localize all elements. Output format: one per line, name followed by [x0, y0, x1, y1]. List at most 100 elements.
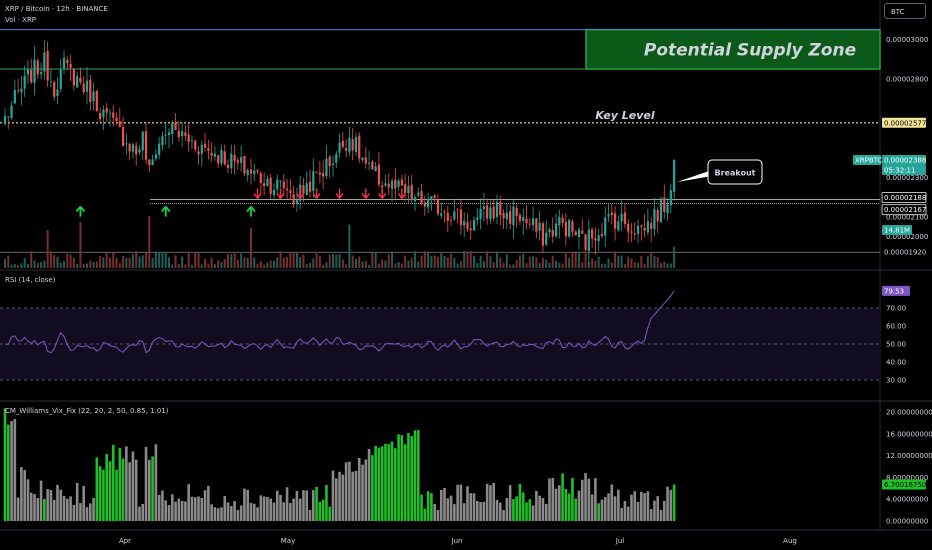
vix-bar [259, 495, 263, 521]
candle-body [151, 159, 154, 166]
vix-bar [26, 479, 30, 521]
volume-bar [423, 251, 426, 268]
vix-bar [79, 503, 82, 521]
vix-bar [305, 490, 309, 521]
vix-bar [426, 491, 430, 521]
volume-bar [187, 251, 190, 268]
vix-bar [554, 488, 558, 521]
vix-bar [564, 488, 568, 521]
volume-bar [397, 262, 400, 268]
vix-bar [662, 501, 666, 521]
volume-bar [558, 263, 561, 268]
down-arrow-icon [276, 188, 285, 199]
vix-bar [243, 488, 246, 521]
volume-bar [302, 254, 305, 268]
volume-bar [112, 252, 115, 268]
candle-body [220, 149, 223, 164]
candle-body [56, 89, 59, 96]
vix-bar [134, 459, 138, 521]
candle-body [505, 212, 508, 220]
last-price-tag: 0.00002388 [884, 157, 926, 165]
volume-bar [368, 264, 371, 268]
volume-bar [315, 251, 318, 268]
volume-bar [341, 259, 344, 268]
vix-bar [518, 483, 522, 521]
candle-body [669, 190, 672, 206]
volume-bar [4, 258, 6, 268]
volume-bar [486, 251, 489, 268]
trading-chart[interactable]: Potential Supply Zone Key Level Breakout XR… [0, 0, 932, 550]
chart-canvas[interactable]: Potential Supply Zone Key Level Breakout XR… [0, 0, 932, 550]
volume-bar [545, 259, 548, 268]
vix-bar [115, 469, 118, 521]
candle-body [407, 186, 410, 193]
volume-bar [473, 255, 476, 268]
volume-bar [660, 263, 662, 268]
volume-bar [207, 263, 210, 268]
vix-bar [597, 503, 600, 521]
vix-bar [223, 495, 227, 521]
volume-bar [446, 257, 449, 268]
vix-bar [256, 507, 259, 521]
vix-bar [535, 490, 538, 521]
vix-bar [233, 501, 236, 521]
volume-bar [450, 253, 453, 268]
volume-bar [387, 254, 390, 268]
candle-body [167, 132, 171, 136]
candle-body [620, 213, 623, 222]
candle-body [351, 139, 354, 151]
vix-bar [148, 459, 151, 521]
candle-body [502, 213, 505, 219]
vix-bar [121, 458, 125, 521]
volume-bar [171, 264, 174, 268]
volume-bar [299, 257, 302, 268]
currency-button[interactable]: BTC [884, 3, 926, 19]
candle-body [636, 225, 640, 234]
vix-bar [479, 502, 482, 521]
vix-bar [377, 447, 381, 521]
price-axis-tick: 0.00002300 [886, 174, 928, 182]
candle-body [292, 194, 295, 205]
candle-body [518, 215, 522, 221]
vix-bar [98, 466, 102, 521]
volume-bar [194, 253, 197, 268]
vix-bar [108, 461, 112, 521]
vix-bar [154, 444, 158, 521]
candle-body [328, 156, 331, 167]
volume-bar [240, 253, 243, 268]
vix-bar [308, 510, 312, 521]
volume-bar [325, 262, 328, 268]
volume-bar [102, 257, 105, 268]
vix-bar [252, 503, 256, 521]
vix-bar [20, 467, 23, 521]
candle-body [531, 218, 535, 225]
volume-bar [76, 263, 79, 268]
candle-body [95, 90, 98, 112]
candle-body [194, 140, 197, 150]
vix-bar [397, 434, 400, 521]
volume-bar [66, 253, 69, 268]
volume-bar [259, 261, 262, 268]
vix-bar [312, 490, 315, 521]
volume-bar [168, 257, 170, 268]
vix-bar [62, 495, 66, 521]
volume-bar [148, 215, 151, 268]
candle-body [430, 196, 433, 200]
candle-body [489, 207, 492, 220]
volume-bar [673, 246, 676, 268]
vix-bar [567, 493, 571, 521]
time-axis-tick: Aug [783, 537, 797, 545]
volume-bar [289, 252, 292, 268]
volume-bar [564, 253, 567, 268]
volume-bar [476, 262, 479, 268]
candle-body [640, 225, 643, 227]
candle-body [259, 173, 262, 184]
candle-body [233, 155, 236, 162]
vix-bar [551, 477, 555, 521]
candle-body [384, 183, 387, 186]
volume-bar [630, 258, 633, 268]
candle-body [338, 142, 341, 153]
candle-body [659, 198, 663, 223]
candle-body [574, 231, 577, 236]
volume-bar [535, 257, 538, 268]
